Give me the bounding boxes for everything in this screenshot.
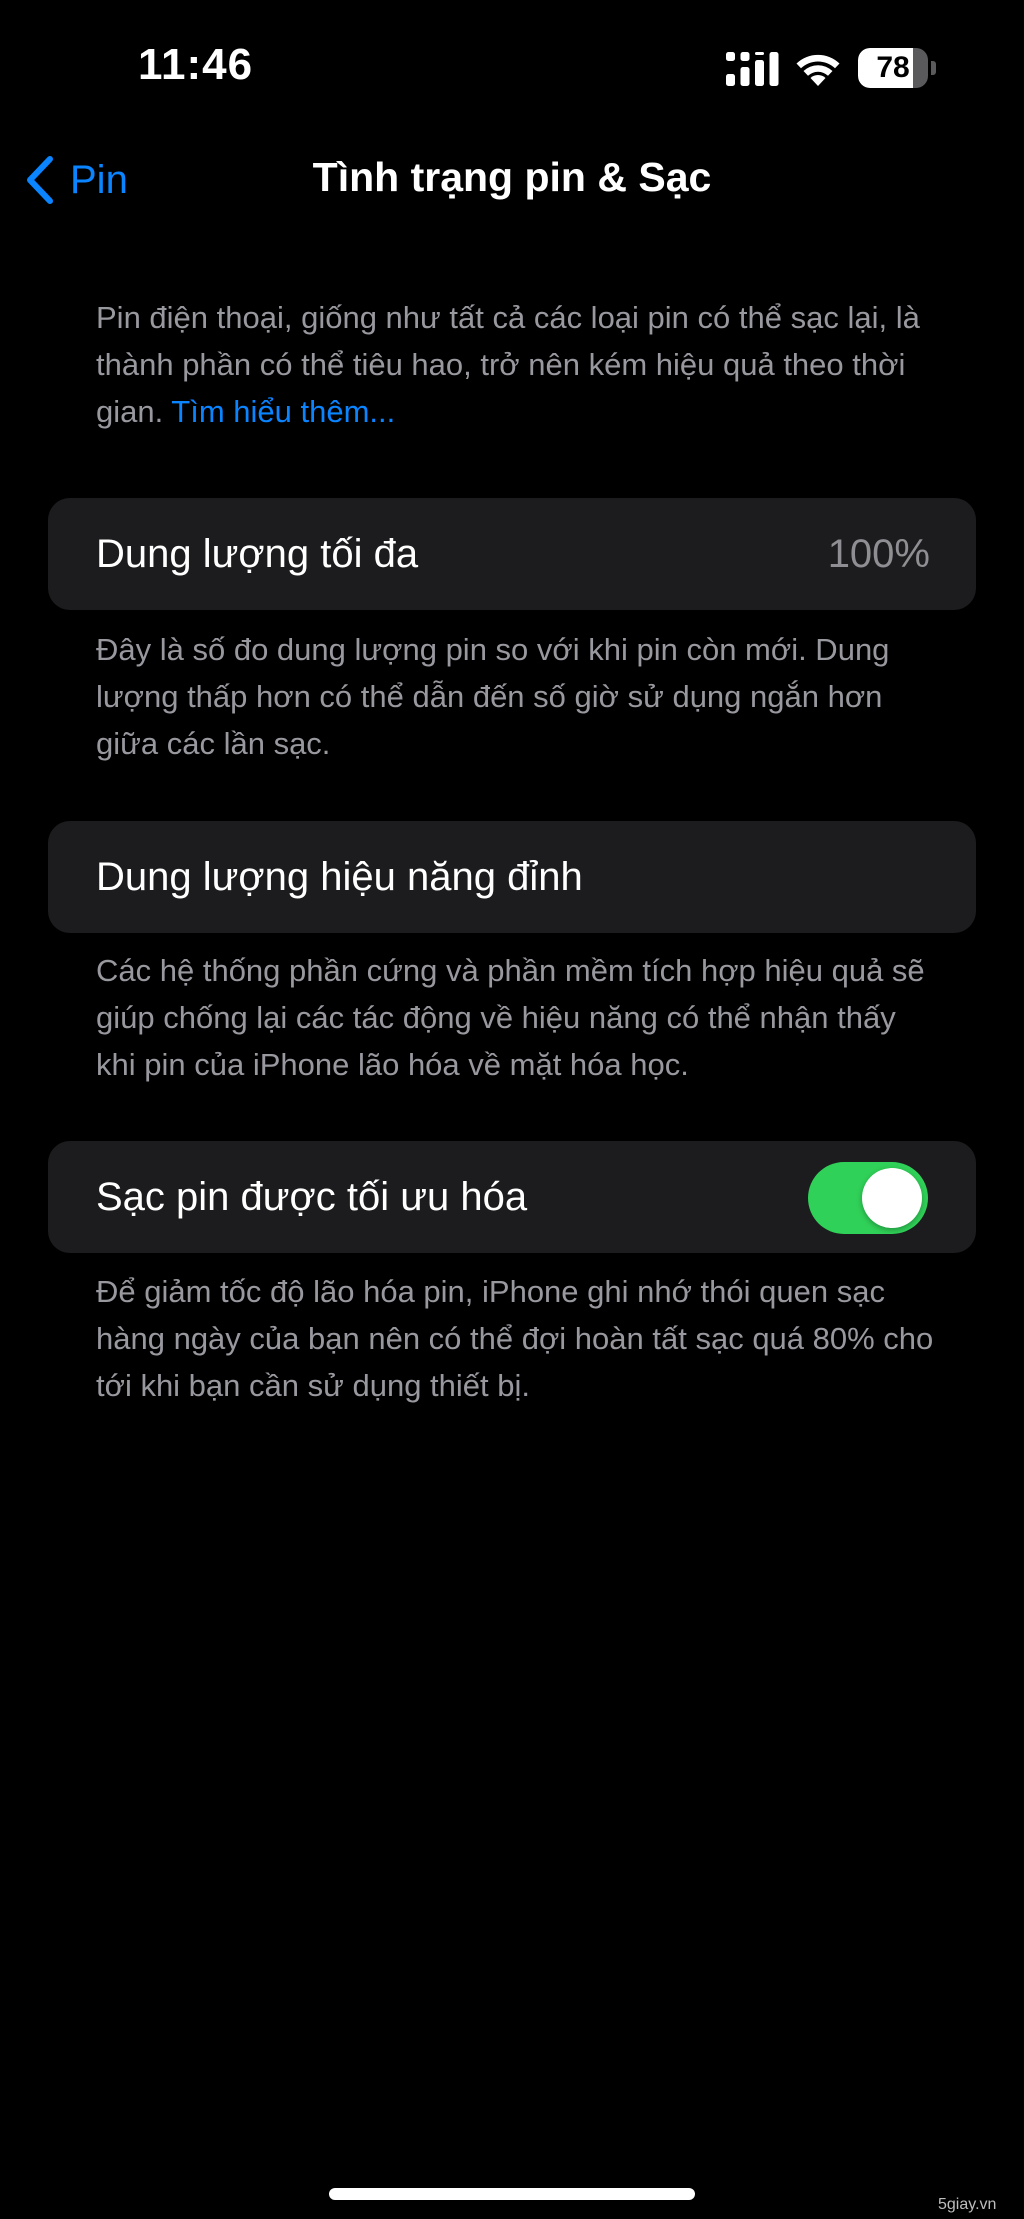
status-time: 11:46 (138, 40, 254, 89)
optimized-charging-toggle[interactable] (808, 1162, 928, 1234)
intro-text: Pin điện thoại, giống như tất cả các loạ… (96, 294, 936, 435)
optimized-charging-label: Sạc pin được tối ưu hóa (96, 1175, 528, 1219)
max-capacity-description: Đây là số đo dung lượng pin so với khi p… (96, 632, 890, 761)
max-capacity-value: 100% (827, 532, 930, 576)
max-capacity-label: Dung lượng tối đa (96, 532, 419, 576)
battery-cap (931, 61, 936, 75)
optimized-charging-cell: Sạc pin được tối ưu hóa (48, 1141, 976, 1253)
cellular-signal-icon (726, 52, 779, 86)
peak-performance-cell: Dung lượng hiệu năng đỉnh (48, 821, 976, 933)
battery-body: 78 (858, 48, 928, 88)
battery-icon: 78 (858, 48, 936, 88)
max-capacity-cell: Dung lượng tối đa 100% (48, 498, 976, 610)
optimized-charging-description: Để giảm tốc độ lão hóa pin, iPhone ghi n… (96, 1274, 934, 1403)
battery-level: 78 (876, 51, 910, 84)
peak-performance-label: Dung lượng hiệu năng đỉnh (96, 855, 583, 899)
watermark: 5giay.vn (938, 2196, 997, 2213)
learn-more-link[interactable]: Tìm hiểu thêm... (171, 394, 395, 429)
wifi-icon (796, 54, 840, 86)
toggle-knob (862, 1168, 922, 1228)
peak-performance-description: Các hệ thống phần cứng và phần mềm tích … (96, 953, 925, 1082)
page-title: Tình trạng pin & Sạc (312, 154, 712, 200)
home-indicator[interactable] (329, 2188, 695, 2200)
